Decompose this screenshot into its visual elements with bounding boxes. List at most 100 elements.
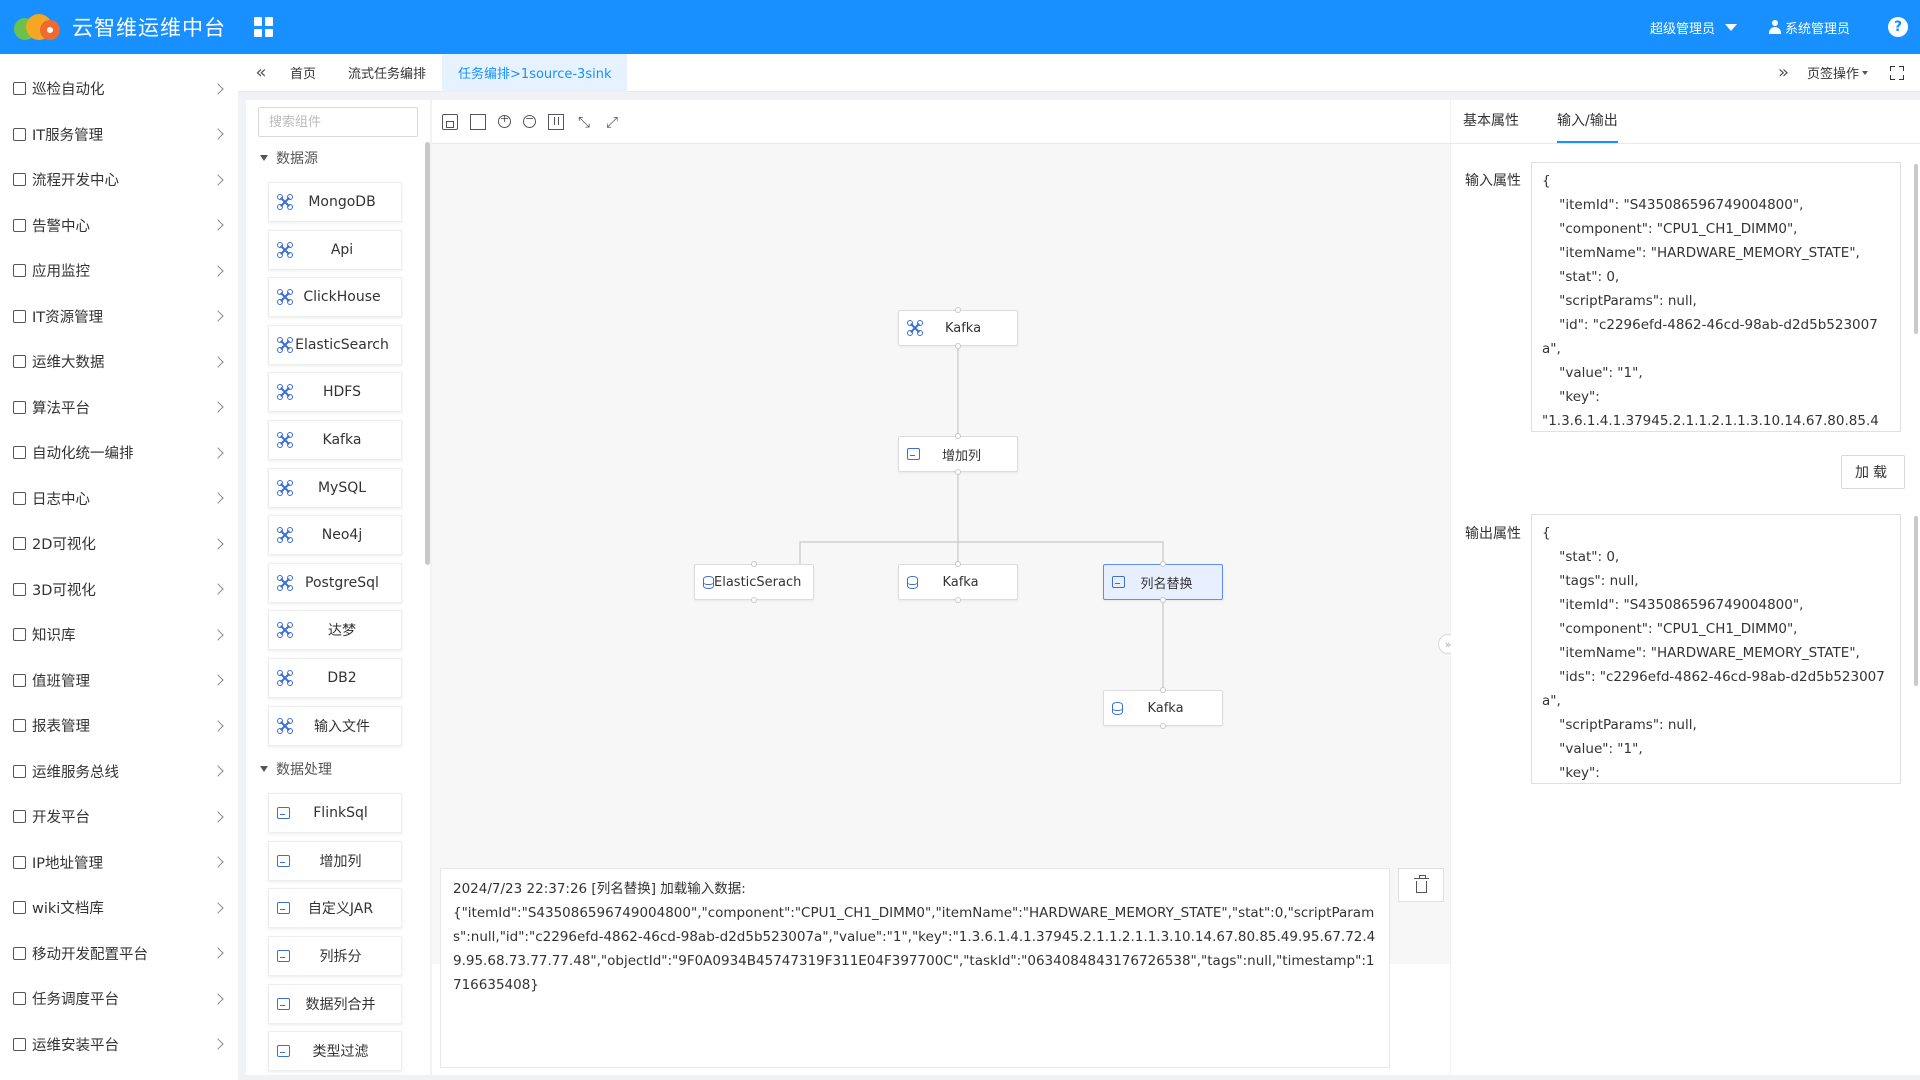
component-item[interactable]: 输入文件 xyxy=(268,705,402,746)
chevron-right-icon xyxy=(212,583,224,595)
component-item[interactable]: Kafka xyxy=(268,420,402,460)
component-item[interactable]: ClickHouse xyxy=(268,277,402,318)
sidebar-item-label: 报表管理 xyxy=(32,719,90,736)
sidebar-item-label: 开发平台 xyxy=(32,810,90,827)
component-scrollbar[interactable] xyxy=(425,142,430,565)
sidebar-item[interactable]: 算法平台 xyxy=(0,385,238,431)
graph-node[interactable]: 增加列 xyxy=(898,433,1018,475)
sidebar-item[interactable]: 应用监控 xyxy=(0,248,238,294)
input-json-scrollbar[interactable] xyxy=(1914,164,1918,334)
component-item[interactable]: 数据列合并 xyxy=(268,983,402,1024)
component-search-input[interactable] xyxy=(258,107,418,137)
app-grid-icon[interactable] xyxy=(254,17,274,37)
fullscreen-icon[interactable] xyxy=(1890,65,1904,80)
component-item[interactable]: FlinkSql xyxy=(268,793,402,834)
tab-home[interactable]: 首页 xyxy=(274,54,332,92)
expand-icon[interactable]: ⤢ xyxy=(604,114,620,130)
output-json-scrollbar[interactable] xyxy=(1914,516,1918,686)
input-port[interactable] xyxy=(1160,561,1166,567)
role-dropdown[interactable]: 超级管理员 xyxy=(1650,18,1737,37)
sidebar-item[interactable]: 值班管理 xyxy=(0,658,238,704)
sidebar-item[interactable]: 任务调度平台 xyxy=(0,976,238,1022)
sidebar-item[interactable]: 巡检自动化 xyxy=(0,66,238,112)
sidebar-item[interactable]: IP地址管理 xyxy=(0,840,238,886)
sidebar-item[interactable]: 自动化统一编排 xyxy=(0,430,238,476)
tab-basic-properties[interactable]: 基本属性 xyxy=(1463,99,1519,143)
graph-node[interactable]: Kafka xyxy=(1103,687,1223,729)
component-item[interactable]: 自定义JAR xyxy=(268,888,402,929)
sidebar-item[interactable]: 2D可视化 xyxy=(0,521,238,567)
sidebar-item[interactable]: 运维服务总线 xyxy=(0,749,238,795)
chevron-right-icon xyxy=(212,265,224,277)
sidebar-item[interactable]: 告警中心 xyxy=(0,203,238,249)
component-item[interactable]: 列拆分 xyxy=(268,936,402,976)
input-port[interactable] xyxy=(955,561,961,567)
actual-size-icon[interactable] xyxy=(548,113,564,130)
component-item[interactable]: DB2 xyxy=(268,658,402,698)
help-icon[interactable]: ? xyxy=(1888,17,1908,37)
sidebar-item[interactable]: 运维大数据 xyxy=(0,339,238,385)
component-item[interactable]: 达梦 xyxy=(268,610,402,651)
output-port[interactable] xyxy=(955,469,961,475)
output-port[interactable] xyxy=(1160,597,1166,603)
sidebar-item[interactable]: wiki文档库 xyxy=(0,885,238,931)
component-item[interactable]: Neo4j xyxy=(268,515,402,556)
input-port[interactable] xyxy=(955,307,961,313)
output-json-editor[interactable]: { "stat": 0, "tags": null, "itemId": "S4… xyxy=(1531,514,1901,784)
sidebar-item[interactable]: 日志中心 xyxy=(0,476,238,522)
sidebar-item[interactable]: 移动开发配置平台 xyxy=(0,931,238,977)
graph-node[interactable]: Kafka xyxy=(898,307,1018,349)
fit-view-icon[interactable] xyxy=(470,113,486,130)
sidebar-item[interactable]: IT资源管理 xyxy=(0,294,238,340)
component-item[interactable]: 类型过滤 xyxy=(268,1031,402,1072)
canvas-area: ⤡ ⤢ Kafka增加列ElasticSerachKafka列名替换Kafka … xyxy=(432,100,1458,1075)
output-port[interactable] xyxy=(751,597,757,603)
collapse-sidebar-icon[interactable]: « xyxy=(248,62,274,83)
caret-down-icon xyxy=(260,155,268,161)
component-item[interactable]: 增加列 xyxy=(268,840,402,881)
input-json-editor[interactable]: { "itemId": "S435086596749004800", "comp… xyxy=(1531,162,1901,432)
sidebar-item[interactable]: IT服务管理 xyxy=(0,112,238,158)
component-group-header[interactable]: 数据源 xyxy=(260,148,318,168)
sidebar-item[interactable]: 运维安装平台 xyxy=(0,1022,238,1068)
tab-task-orchestration[interactable]: 任务编排>1source-3sink xyxy=(442,53,628,92)
graph-node[interactable]: Kafka xyxy=(898,561,1018,603)
chevron-right-icon xyxy=(212,629,224,641)
graph-node[interactable]: 列名替换 xyxy=(1103,561,1223,603)
zoom-in-icon[interactable] xyxy=(498,112,511,128)
input-port[interactable] xyxy=(751,561,757,567)
sidebar-item[interactable]: 3D可视化 xyxy=(0,567,238,613)
clear-log-button[interactable] xyxy=(1398,868,1444,902)
load-button[interactable]: 加载 xyxy=(1841,455,1905,489)
tab-scroll-right-icon[interactable]: » xyxy=(1778,62,1789,83)
component-item[interactable]: PostgreSql xyxy=(268,562,402,603)
sidebar-item-label: 2D可视化 xyxy=(32,537,96,554)
component-item[interactable]: HDFS xyxy=(268,372,402,413)
tab-stream-orchestration[interactable]: 流式任务编排 xyxy=(332,54,442,92)
flow-graph[interactable]: Kafka 增加列 ElasticSerach Kafka 列名替换 Kafka » xyxy=(432,144,1458,964)
input-port[interactable] xyxy=(1160,687,1166,693)
zoom-out-icon[interactable] xyxy=(523,112,536,128)
collapse-icon[interactable]: ⤡ xyxy=(576,114,592,130)
sidebar-item[interactable]: 开发平台 xyxy=(0,794,238,840)
component-item[interactable]: ElasticSearch xyxy=(268,324,402,365)
tab-input-output[interactable]: 输入/输出 xyxy=(1557,99,1618,143)
output-port[interactable] xyxy=(955,597,961,603)
component-item[interactable]: MongoDB xyxy=(268,182,402,222)
page-operations-dropdown[interactable]: 页签操作 xyxy=(1807,63,1868,82)
component-item[interactable]: Api xyxy=(268,229,402,270)
input-port[interactable] xyxy=(955,433,961,439)
component-item[interactable]: MySQL xyxy=(268,467,402,508)
output-port[interactable] xyxy=(1160,723,1166,729)
orchestration-icon xyxy=(13,446,26,460)
knowledge-icon xyxy=(13,628,26,642)
graph-node[interactable]: ElasticSerach xyxy=(694,561,814,603)
save-icon[interactable] xyxy=(442,113,458,130)
output-port[interactable] xyxy=(955,343,961,349)
sidebar-item[interactable]: 报表管理 xyxy=(0,703,238,749)
component-group-header[interactable]: 数据处理 xyxy=(260,759,332,779)
sidebar-item[interactable]: 知识库 xyxy=(0,612,238,658)
sidebar-item-label: 运维安装平台 xyxy=(32,1037,119,1054)
sidebar-item[interactable]: 流程开发中心 xyxy=(0,157,238,203)
user-menu[interactable]: 系统管理员 xyxy=(1768,18,1850,37)
